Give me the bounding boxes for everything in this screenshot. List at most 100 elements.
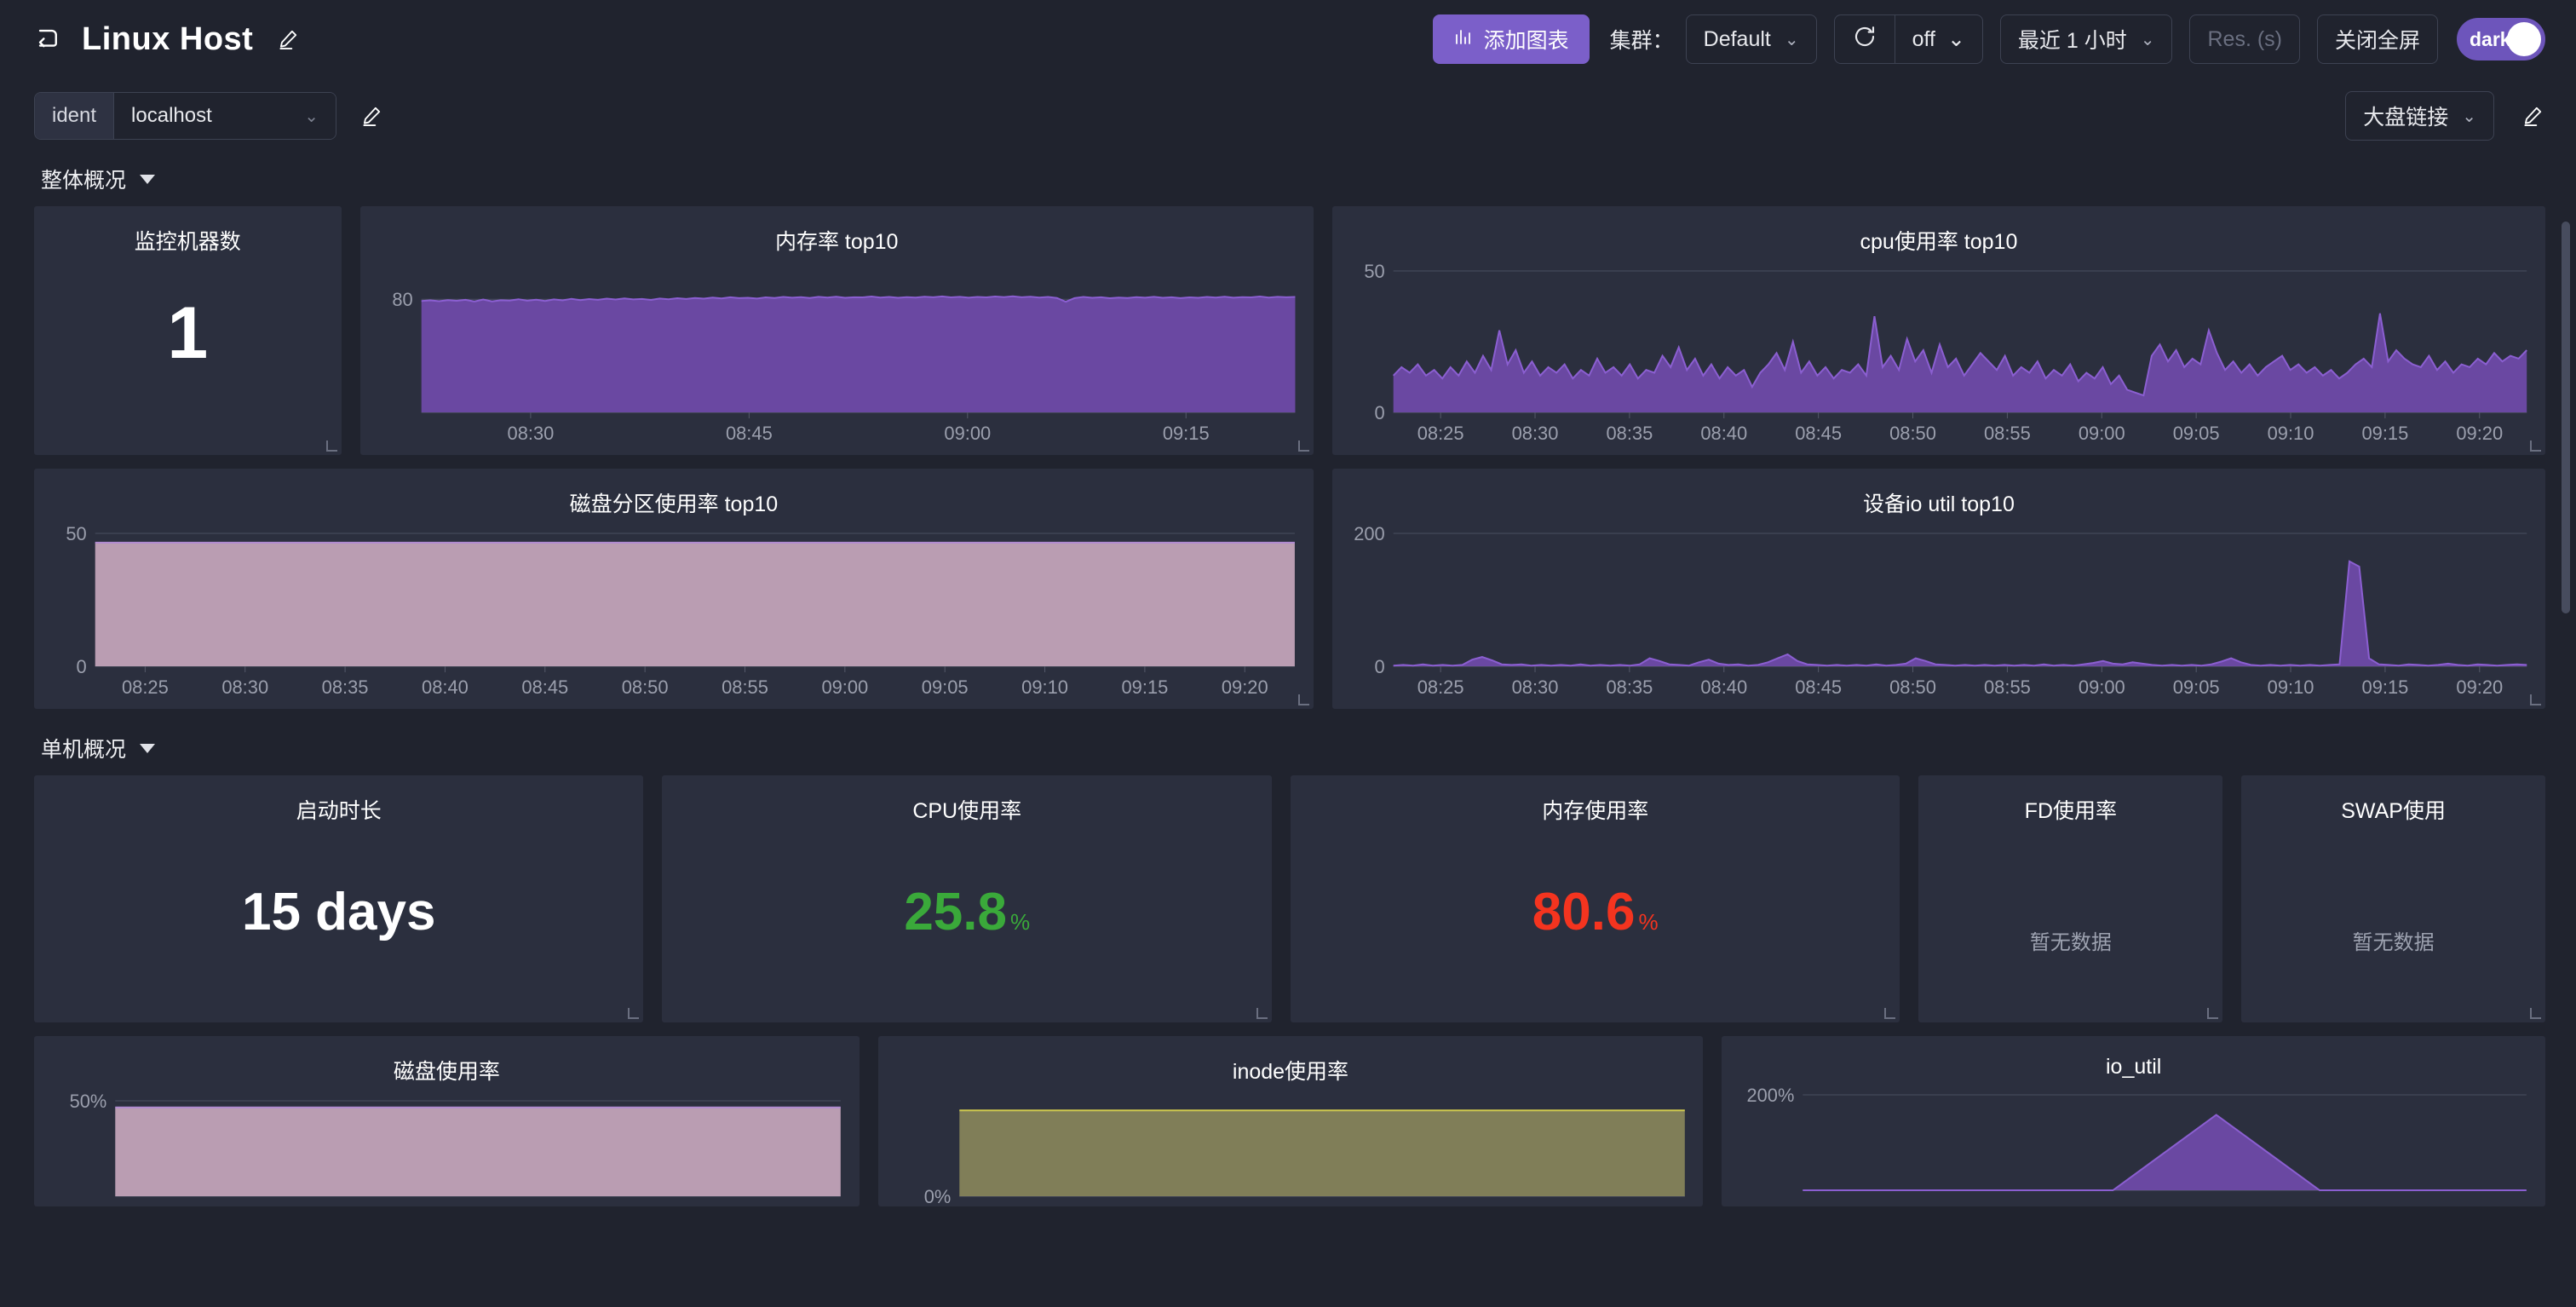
cluster-select[interactable]: Default ⌄ [1685, 14, 1817, 64]
panel-title: cpu使用率 top10 [1860, 230, 2018, 254]
cluster-label: 集群： [1609, 29, 1674, 53]
resize-handle[interactable] [628, 1008, 640, 1019]
panel-inode-usage: inode使用率 0% [877, 1036, 1704, 1206]
svg-text:08:50: 08:50 [1889, 677, 1936, 698]
chart-disk-usage[interactable]: 50% [34, 1085, 860, 1205]
svg-text:80: 80 [392, 289, 412, 310]
svg-text:08:50: 08:50 [622, 677, 669, 698]
edit-links-pencil-icon[interactable] [2520, 103, 2545, 129]
svg-text:08:45: 08:45 [1795, 423, 1842, 444]
ident-value: localhost [131, 104, 212, 127]
panel-title: CPU使用率 [912, 799, 1022, 823]
pencil-icon[interactable] [275, 26, 301, 52]
swap-usage-nodata: 暂无数据 [2352, 931, 2435, 954]
section-header-overall[interactable]: 整体概况 [0, 153, 2576, 206]
svg-text:09:20: 09:20 [2456, 423, 2503, 444]
panel-title: 内存使用率 [1542, 799, 1649, 823]
panel-io-util-top10: 设备io util top10 0 200 08:25 08:30 08:35 08:40… [1331, 469, 2545, 709]
ident-variable: ident localhost ⌄ [34, 92, 337, 140]
time-range-select[interactable]: 最近 1 小时 ⌄ [1999, 14, 2173, 64]
svg-text:0: 0 [1374, 402, 1384, 423]
panel-title: 内存率 top10 [774, 230, 899, 254]
panel-title: 监控机器数 [134, 230, 241, 254]
page-title: Linux Host [82, 20, 254, 57]
add-chart-button[interactable]: 添加图表 [1432, 14, 1590, 64]
resize-handle[interactable] [2207, 1008, 2219, 1019]
section-title: 整体概况 [41, 169, 127, 193]
dashboard-links-select[interactable]: 大盘链接 ⌄ [2345, 91, 2494, 141]
resize-handle[interactable] [1297, 694, 1309, 705]
svg-text:08:55: 08:55 [1984, 677, 2031, 698]
chevron-down-icon: ⌄ [1784, 30, 1799, 49]
svg-text:200: 200 [1354, 523, 1385, 544]
svg-text:08:30: 08:30 [507, 423, 554, 444]
svg-text:08:45: 08:45 [521, 677, 568, 698]
add-chart-label: 添加图表 [1483, 29, 1569, 53]
chart-cpu-top10[interactable]: 0 50 08:25 08:30 08:35 08:40 08:45 08:50 08:55 09… [1332, 256, 2545, 452]
ident-select[interactable]: localhost ⌄ [114, 93, 336, 139]
mem-usage-unit: % [1638, 909, 1659, 935]
svg-text:09:00: 09:00 [944, 423, 991, 444]
chart-io-util-top10[interactable]: 0 200 08:25 08:30 08:35 08:40 08:45 08:50 08:55 0… [1332, 518, 2545, 705]
mem-usage-number: 80.6 [1532, 883, 1636, 941]
chevron-down-icon [140, 174, 156, 184]
chart-mem-top10[interactable]: 80 08:30 08:45 09:00 09:15 [360, 256, 1314, 452]
panel-machine-count: 监控机器数 1 [34, 206, 342, 455]
machine-count-value: 1 [167, 292, 209, 374]
resize-handle[interactable] [2530, 440, 2541, 452]
resolution-placeholder: Res. (s) [2207, 26, 2282, 51]
panel-cpu-usage: CPU使用率 25.8% [662, 775, 1272, 1022]
resize-handle[interactable] [2529, 1008, 2541, 1019]
svg-text:08:25: 08:25 [1417, 423, 1464, 444]
back-arrow-icon[interactable] [34, 25, 63, 54]
panel-row-1: 监控机器数 1 内存率 top10 80 08:30 08:45 09:00 09:15… [0, 206, 2576, 455]
resize-handle[interactable] [2530, 694, 2541, 705]
svg-text:50: 50 [66, 523, 86, 544]
panel-title: 磁盘使用率 [393, 1060, 500, 1084]
panel-uptime: 启动时长 15 days [34, 775, 644, 1022]
svg-text:09:20: 09:20 [1222, 677, 1268, 698]
theme-toggle-label: dark [2470, 27, 2511, 50]
svg-text:08:40: 08:40 [1700, 677, 1747, 698]
svg-text:09:20: 09:20 [2456, 677, 2503, 698]
svg-text:08:35: 08:35 [1606, 423, 1653, 444]
refresh-interval-value: off [1912, 26, 1935, 51]
panel-row-2: 磁盘分区使用率 top10 0 50 08:25 08:30 08:35 08:40 08:… [0, 469, 2576, 709]
refresh-button[interactable] [1835, 15, 1895, 63]
svg-text:08:50: 08:50 [1889, 423, 1936, 444]
edit-variables-pencil-icon[interactable] [359, 103, 384, 129]
chart-inode-usage[interactable]: 0% [878, 1085, 1704, 1205]
refresh-icon [1852, 24, 1877, 55]
cpu-usage-value: 25.8% [662, 886, 1271, 939]
svg-text:08:30: 08:30 [221, 677, 268, 698]
resolution-input[interactable]: Res. (s) [2189, 14, 2300, 64]
panel-row-3: 启动时长 15 days CPU使用率 25.8% 内存使用率 80.6% FD… [0, 775, 2576, 1022]
time-range-value: 最近 1 小时 [2017, 29, 2127, 53]
theme-toggle[interactable]: dark [2457, 18, 2545, 60]
panel-fd-usage: FD使用率 暂无数据 [1918, 775, 2223, 1022]
top-header-bar: Linux Host 添加图表 集群： Default ⌄ off ⌄ 最近 1… [0, 0, 2576, 78]
chart-io-util[interactable]: 200% [1722, 1080, 2545, 1199]
exit-fullscreen-button[interactable]: 关闭全屏 [2316, 14, 2438, 64]
svg-text:08:25: 08:25 [1417, 677, 1464, 698]
panel-cpu-top10: cpu使用率 top10 0 50 08:25 08:30 08:35 08:40 08:4… [1331, 206, 2545, 455]
resize-handle[interactable] [1297, 440, 1309, 452]
page-scrollbar[interactable] [2562, 222, 2570, 613]
refresh-interval-select[interactable]: off ⌄ [1895, 15, 1982, 63]
toggle-knob [2507, 22, 2541, 56]
fd-usage-nodata: 暂无数据 [2029, 931, 2112, 954]
svg-text:08:35: 08:35 [1606, 677, 1653, 698]
svg-text:50: 50 [1364, 261, 1384, 282]
chevron-down-icon: ⌄ [1946, 27, 1965, 51]
resize-handle[interactable] [1256, 1008, 1268, 1019]
svg-text:09:05: 09:05 [2173, 677, 2220, 698]
svg-text:09:10: 09:10 [2268, 423, 2314, 444]
panel-title: SWAP使用 [2341, 799, 2446, 823]
exit-fullscreen-label: 关闭全屏 [2334, 29, 2420, 53]
section-header-single-host[interactable]: 单机概况 [0, 723, 2576, 775]
chart-disk-partition-top10[interactable]: 0 50 08:25 08:30 08:35 08:40 08:45 08:50 08:55 09… [34, 518, 1314, 705]
resize-handle[interactable] [325, 440, 337, 452]
resize-handle[interactable] [1884, 1008, 1896, 1019]
svg-text:0: 0 [1374, 656, 1384, 677]
svg-text:09:10: 09:10 [1021, 677, 1068, 698]
